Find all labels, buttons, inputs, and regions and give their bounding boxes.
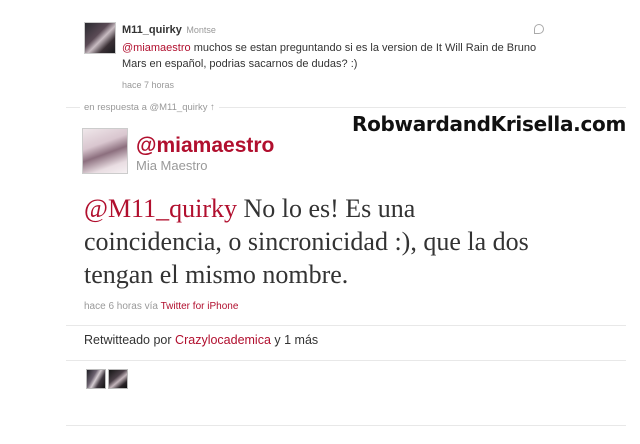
separator-bottom — [66, 425, 626, 426]
main-mention-link[interactable]: @M11_quirky — [84, 194, 237, 223]
original-tweet-text: @miamaestro muchos se estan preguntando … — [122, 40, 552, 72]
original-username[interactable]: M11_quirky — [122, 24, 182, 36]
original-header: M11_quirky Montse — [122, 20, 216, 38]
reply-context-label[interactable]: en respuesta a @M11_quirky ↑ — [80, 102, 219, 113]
original-fullname: Montse — [186, 25, 216, 35]
retweeter-avatar-1[interactable] — [86, 369, 106, 389]
retweeter-avatar-2[interactable] — [108, 369, 128, 389]
main-avatar[interactable] — [82, 128, 128, 174]
retweet-more[interactable]: y 1 más — [274, 333, 318, 347]
main-fullname: Mia Maestro — [136, 158, 208, 173]
original-mention-link[interactable]: @miamaestro — [122, 42, 191, 54]
client-link[interactable]: Twitter for iPhone — [161, 301, 239, 312]
main-timestamp[interactable]: hace 6 horas — [84, 301, 142, 312]
watermark-text: RobwardandKrisella.com — [352, 112, 626, 136]
separator-lower — [66, 360, 626, 361]
retweet-label: Retwitteado por — [84, 333, 172, 347]
original-timestamp[interactable]: hace 7 horas — [122, 80, 174, 90]
main-tweet-text: @M11_quirky No lo es! Es una coincidenci… — [84, 192, 554, 291]
main-username[interactable]: @miamaestro — [136, 134, 274, 158]
separator-middle — [66, 325, 626, 326]
retweet-user-link[interactable]: Crazylocademica — [175, 333, 271, 347]
original-avatar[interactable] — [84, 22, 116, 54]
via-label: vía — [144, 301, 158, 312]
retweet-info: Retwitteado por Crazylocademica y 1 más — [84, 333, 318, 347]
reply-icon[interactable] — [534, 24, 544, 34]
main-meta: hace 6 horas vía Twitter for iPhone — [84, 301, 238, 312]
